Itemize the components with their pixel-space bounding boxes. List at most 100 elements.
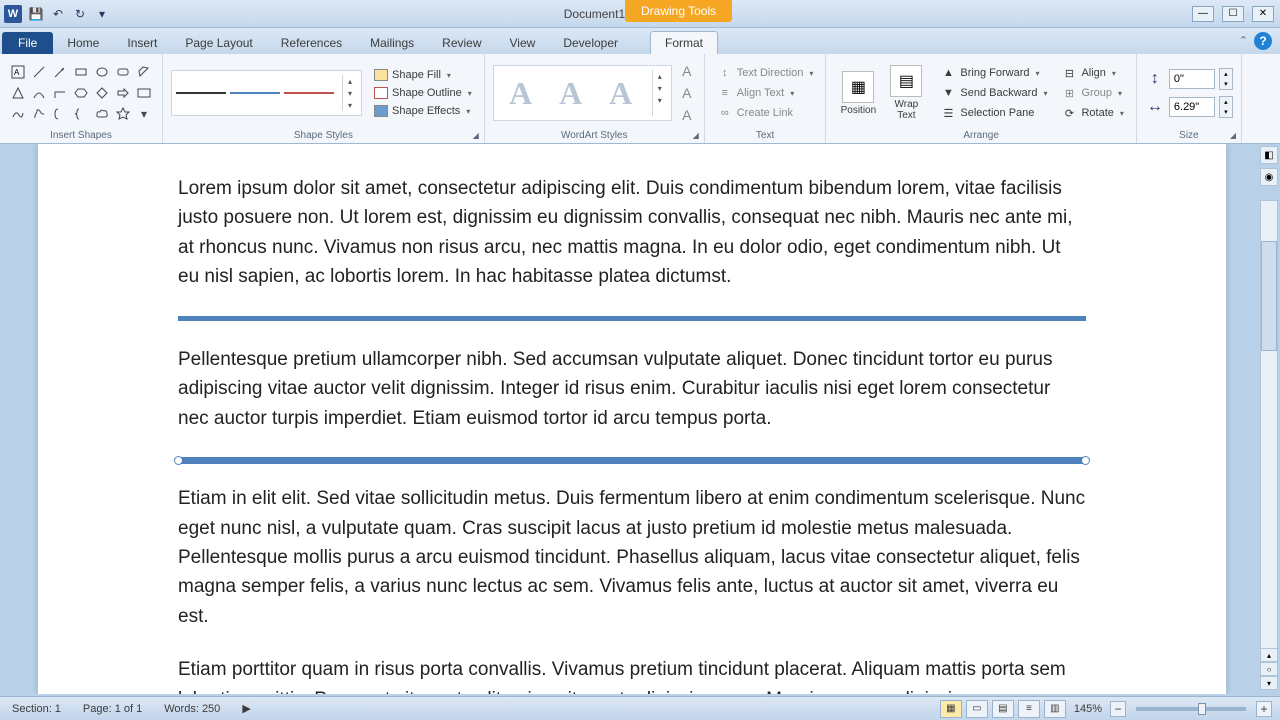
shape-star-icon[interactable] bbox=[113, 104, 133, 124]
position-button[interactable]: ▦ Position bbox=[834, 69, 882, 118]
style-swatch-1[interactable] bbox=[176, 92, 226, 94]
text-fill-icon[interactable]: A bbox=[678, 62, 696, 80]
paragraph-3[interactable]: Etiam in elit elit. Sed vitae sollicitud… bbox=[178, 484, 1086, 631]
zoom-in-button[interactable]: + bbox=[1256, 701, 1272, 717]
shape-oval-icon[interactable] bbox=[92, 62, 112, 82]
maximize-button[interactable]: ☐ bbox=[1222, 6, 1244, 22]
shape-freeform-icon[interactable] bbox=[8, 104, 28, 124]
close-button[interactable]: ✕ bbox=[1252, 6, 1274, 22]
status-words[interactable]: Words: 250 bbox=[160, 703, 224, 715]
view-outline-icon[interactable]: ≡ bbox=[1018, 700, 1040, 718]
dialog-launcher-shape-styles[interactable]: ◢ bbox=[470, 129, 482, 141]
tab-developer[interactable]: Developer bbox=[549, 32, 632, 54]
zoom-out-button[interactable]: − bbox=[1110, 701, 1126, 717]
gallery-more-icon[interactable]: ▾ bbox=[653, 94, 667, 106]
tab-view[interactable]: View bbox=[496, 32, 550, 54]
shape-elbow-icon[interactable] bbox=[50, 83, 70, 103]
align-button[interactable]: ⊟Align▾ bbox=[1057, 64, 1127, 82]
zoom-level[interactable]: 145% bbox=[1070, 703, 1106, 715]
paragraph-2[interactable]: Pellentesque pretium ullamcorper nibh. S… bbox=[178, 345, 1086, 433]
resize-handle-left[interactable] bbox=[174, 456, 183, 465]
ruler-toggle-icon[interactable]: ◧ bbox=[1260, 146, 1278, 164]
style-swatch-3[interactable] bbox=[284, 92, 334, 94]
shape-block-arrow-icon[interactable] bbox=[113, 83, 133, 103]
view-web-layout-icon[interactable]: ▤ bbox=[992, 700, 1014, 718]
rotate-button[interactable]: ⟳Rotate▾ bbox=[1057, 104, 1127, 122]
save-icon[interactable]: 💾 bbox=[26, 4, 46, 24]
horizontal-line-2-selected[interactable] bbox=[178, 457, 1086, 464]
gallery-up-icon[interactable]: ▴ bbox=[653, 70, 667, 82]
bring-forward-button[interactable]: ▲Bring Forward▾ bbox=[936, 64, 1051, 82]
view-print-layout-icon[interactable]: ▦ bbox=[940, 700, 962, 718]
shapes-more-icon[interactable]: ▾ bbox=[134, 104, 154, 124]
wordart-swatch-1[interactable]: A bbox=[498, 70, 544, 116]
gallery-down-icon[interactable]: ▾ bbox=[653, 82, 667, 94]
tab-review[interactable]: Review bbox=[428, 32, 495, 54]
selection-pane-button[interactable]: ☰Selection Pane bbox=[936, 104, 1051, 122]
object-browse-icon[interactable]: ◉ bbox=[1260, 168, 1278, 186]
tab-mailings[interactable]: Mailings bbox=[356, 32, 428, 54]
shape-rectangle-icon[interactable] bbox=[71, 62, 91, 82]
gallery-up-icon[interactable]: ▴ bbox=[343, 75, 357, 87]
edit-shape-icon[interactable] bbox=[134, 62, 154, 82]
status-section[interactable]: Section: 1 bbox=[8, 703, 65, 715]
shape-rounded-rect-icon[interactable] bbox=[113, 62, 133, 82]
text-outline-icon[interactable]: A bbox=[678, 84, 696, 102]
height-up[interactable]: ▴ bbox=[1220, 69, 1232, 79]
redo-icon[interactable]: ↻ bbox=[70, 4, 90, 24]
shapes-gallery[interactable]: A ▾ bbox=[8, 62, 154, 124]
shape-brace-icon[interactable] bbox=[71, 104, 91, 124]
gallery-more-icon[interactable]: ▾ bbox=[343, 99, 357, 111]
paragraph-4[interactable]: Etiam porttitor quam in risus porta conv… bbox=[178, 655, 1086, 694]
shape-hexagon-icon[interactable] bbox=[71, 83, 91, 103]
shape-textbox-icon[interactable]: A bbox=[8, 62, 28, 82]
shape-triangle-icon[interactable] bbox=[8, 83, 28, 103]
height-input[interactable]: 0" bbox=[1169, 69, 1215, 89]
shape-cloud-icon[interactable] bbox=[92, 104, 112, 124]
qat-customize-icon[interactable]: ▾ bbox=[92, 4, 112, 24]
vertical-scrollbar[interactable] bbox=[1260, 200, 1278, 650]
prev-page-icon[interactable]: ▴ bbox=[1260, 648, 1278, 662]
width-input[interactable]: 6.29" bbox=[1169, 97, 1215, 117]
resize-handle-right[interactable] bbox=[1081, 456, 1090, 465]
scrollbar-thumb[interactable] bbox=[1261, 241, 1277, 351]
wordart-gallery[interactable]: A A A ▴ ▾ ▾ bbox=[493, 65, 672, 121]
horizontal-line-1[interactable] bbox=[178, 316, 1086, 321]
zoom-slider[interactable] bbox=[1136, 707, 1246, 711]
text-effects-icon[interactable]: A bbox=[678, 106, 696, 124]
shape-fill-button[interactable]: Shape Fill▾ bbox=[370, 67, 476, 83]
height-down[interactable]: ▾ bbox=[1220, 79, 1232, 89]
shape-arrow-icon[interactable] bbox=[50, 62, 70, 82]
draw-textbox-icon[interactable] bbox=[134, 83, 154, 103]
gallery-down-icon[interactable]: ▾ bbox=[343, 87, 357, 99]
shape-diamond-icon[interactable] bbox=[92, 83, 112, 103]
shape-curve-icon[interactable] bbox=[29, 83, 49, 103]
next-page-icon[interactable]: ▾ bbox=[1260, 676, 1278, 690]
help-icon[interactable]: ? bbox=[1254, 32, 1272, 50]
style-swatch-2[interactable] bbox=[230, 92, 280, 94]
view-full-screen-icon[interactable]: ▭ bbox=[966, 700, 988, 718]
dialog-launcher-size[interactable]: ◢ bbox=[1227, 129, 1239, 141]
document-page[interactable]: Lorem ipsum dolor sit amet, consectetur … bbox=[38, 144, 1226, 694]
view-draft-icon[interactable]: ▥ bbox=[1044, 700, 1066, 718]
zoom-slider-thumb[interactable] bbox=[1198, 703, 1206, 715]
shape-line-icon[interactable] bbox=[29, 62, 49, 82]
shape-effects-button[interactable]: Shape Effects▾ bbox=[370, 103, 476, 119]
send-backward-button[interactable]: ▼Send Backward▾ bbox=[936, 84, 1051, 102]
width-up[interactable]: ▴ bbox=[1220, 97, 1232, 107]
tab-home[interactable]: Home bbox=[53, 32, 113, 54]
width-down[interactable]: ▾ bbox=[1220, 107, 1232, 117]
paragraph-1[interactable]: Lorem ipsum dolor sit amet, consectetur … bbox=[178, 174, 1086, 292]
tab-format[interactable]: Format bbox=[650, 31, 718, 54]
shape-outline-button[interactable]: Shape Outline▾ bbox=[370, 85, 476, 101]
tab-insert[interactable]: Insert bbox=[113, 32, 171, 54]
wordart-swatch-2[interactable]: A bbox=[548, 70, 594, 116]
status-page[interactable]: Page: 1 of 1 bbox=[79, 703, 146, 715]
wordart-swatch-3[interactable]: A bbox=[598, 70, 644, 116]
minimize-button[interactable]: — bbox=[1192, 6, 1214, 22]
browse-object-icon[interactable]: ○ bbox=[1260, 662, 1278, 676]
shape-bracket-icon[interactable] bbox=[50, 104, 70, 124]
wrap-text-button[interactable]: ▤ Wrap Text bbox=[882, 63, 930, 123]
tab-file[interactable]: File bbox=[2, 32, 53, 54]
dialog-launcher-wordart[interactable]: ◢ bbox=[690, 129, 702, 141]
